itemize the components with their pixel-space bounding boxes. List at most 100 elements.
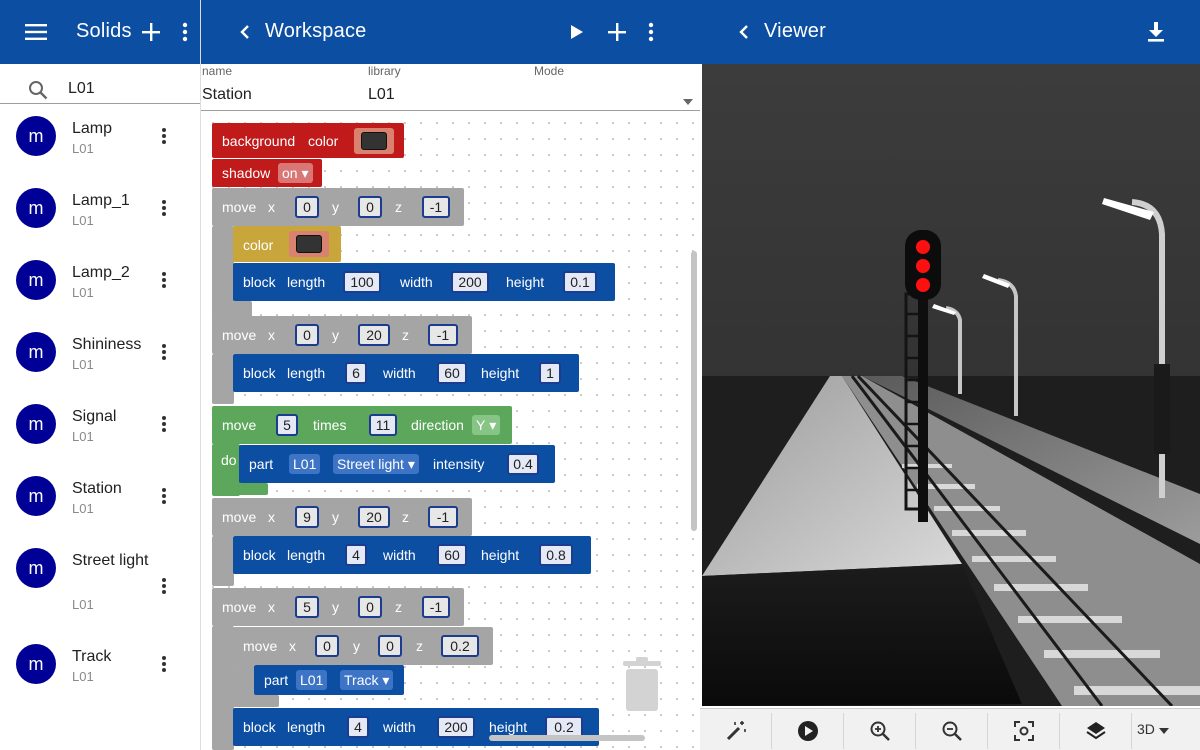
block-block[interactable]: block length 6 width 60 height 1 [233, 354, 579, 392]
length-value[interactable]: 100 [343, 271, 381, 293]
library-dropdown[interactable]: L01 [289, 454, 321, 474]
height-value[interactable]: 0.1 [563, 271, 597, 293]
color-input[interactable] [354, 128, 394, 154]
more-vert-icon[interactable] [152, 652, 176, 676]
y-value[interactable]: 0 [358, 596, 382, 618]
move-block[interactable]: move x 5 y 0 z -1 [212, 588, 464, 626]
z-value[interactable]: -1 [428, 506, 458, 528]
y-value[interactable]: 20 [358, 324, 390, 346]
list-item[interactable]: m Shininess L01 [0, 322, 200, 394]
shadow-dropdown[interactable]: on ▾ [278, 163, 313, 183]
name-field[interactable]: Station [202, 86, 252, 104]
x-value[interactable]: 5 [295, 596, 319, 618]
back-chevron-icon[interactable] [229, 16, 261, 48]
list-item[interactable]: m Lamp_1 L01 [0, 178, 200, 250]
length-value[interactable]: 6 [345, 362, 367, 384]
z-value[interactable]: -1 [422, 596, 450, 618]
move-block[interactable]: move x 0 y 20 z -1 [212, 316, 472, 354]
magic-wand-icon[interactable] [700, 713, 772, 749]
more-vert-icon[interactable] [152, 484, 176, 508]
more-vert-icon[interactable] [152, 412, 176, 436]
library-field[interactable]: L01 [368, 86, 395, 104]
width-value[interactable]: 200 [437, 716, 475, 738]
view-mode-select[interactable]: 3D [1137, 721, 1169, 737]
play-circle-icon[interactable] [772, 713, 844, 749]
add-block-button[interactable] [601, 16, 633, 48]
list-item[interactable]: m Street light L01 [0, 538, 200, 634]
move-block[interactable]: move x 9 y 20 z -1 [212, 498, 472, 536]
part-dropdown[interactable]: Street light ▾ [333, 454, 419, 474]
width-value[interactable]: 200 [451, 271, 489, 293]
y-value[interactable]: 0 [378, 635, 402, 657]
length-value[interactable]: 4 [347, 716, 369, 738]
zoom-in-icon[interactable] [844, 713, 916, 749]
more-vert-icon[interactable] [152, 196, 176, 220]
color-swatch[interactable] [296, 235, 322, 253]
move-block-arm [212, 354, 234, 404]
solid-fields: name Station library L01 Mode [201, 64, 701, 111]
shadow-block[interactable]: shadow on ▾ [212, 159, 322, 187]
x-value[interactable]: 0 [315, 635, 339, 657]
length-value[interactable]: 4 [345, 544, 367, 566]
z-value[interactable]: -1 [428, 324, 458, 346]
color-swatch[interactable] [361, 132, 387, 150]
part-dropdown[interactable]: Track ▾ [340, 670, 394, 690]
solids-search[interactable]: L01 [0, 64, 200, 104]
block-block[interactable]: block length 100 width 200 height 0.1 [233, 263, 615, 301]
width-value[interactable]: 60 [437, 362, 467, 384]
height-value[interactable]: 1 [539, 362, 561, 384]
library-dropdown[interactable]: L01 [296, 670, 328, 690]
chevron-down-icon[interactable] [683, 92, 693, 110]
more-vert-icon[interactable] [175, 16, 195, 48]
station-scene[interactable] [702, 64, 1200, 706]
zoom-out-icon[interactable] [916, 713, 988, 749]
list-item[interactable]: m Station L01 [0, 466, 200, 538]
z-value[interactable]: -1 [422, 196, 450, 218]
color-block[interactable]: color [233, 226, 341, 262]
run-button[interactable] [561, 16, 593, 48]
z-value[interactable]: 0.2 [441, 635, 479, 657]
width-value[interactable]: 60 [437, 544, 467, 566]
more-vert-icon[interactable] [152, 124, 176, 148]
list-item[interactable]: m Signal L01 [0, 394, 200, 466]
move-block[interactable]: move x 0 y 0 z -1 [212, 188, 464, 226]
x-value[interactable]: 0 [295, 196, 319, 218]
download-icon[interactable] [1140, 16, 1172, 48]
y-value[interactable]: 20 [358, 506, 390, 528]
layers-icon[interactable] [1060, 713, 1132, 749]
list-item[interactable]: m Lamp L01 [0, 106, 200, 178]
center-focus-icon[interactable] [988, 713, 1060, 749]
part-block[interactable]: part L01 Track ▾ [254, 665, 404, 695]
height-value[interactable]: 0.8 [539, 544, 573, 566]
workspace-title: Workspace [265, 20, 367, 42]
y-value[interactable]: 0 [358, 196, 382, 218]
step-value[interactable]: 11 [369, 414, 397, 436]
background-color-block[interactable]: background color [212, 123, 404, 158]
repeat-block[interactable]: move 5 times 11 direction Y ▾ [212, 406, 512, 444]
x-value[interactable]: 9 [295, 506, 319, 528]
search-icon [28, 80, 48, 105]
list-item[interactable]: m Track L01 [0, 634, 200, 706]
add-solid-button[interactable] [135, 16, 167, 48]
workspace-horizontal-scrollbar[interactable] [489, 735, 645, 741]
more-vert-icon[interactable] [152, 340, 176, 364]
back-chevron-icon[interactable] [728, 16, 760, 48]
more-vert-icon[interactable] [152, 268, 176, 292]
workspace-vertical-scrollbar[interactable] [691, 251, 697, 531]
direction-dropdown[interactable]: Y ▾ [472, 415, 501, 435]
part-block[interactable]: part L01 Street light ▾ intensity 0.4 [239, 445, 555, 483]
more-vert-icon[interactable] [152, 574, 176, 598]
x-value[interactable]: 0 [295, 324, 319, 346]
trash-icon[interactable] [621, 657, 663, 718]
search-input[interactable]: L01 [68, 80, 95, 98]
color-input[interactable] [289, 231, 329, 257]
more-vert-icon[interactable] [641, 16, 661, 48]
move-block[interactable]: move x 0 y 0 z 0.2 [233, 627, 493, 665]
times-value[interactable]: 5 [276, 414, 298, 436]
blockly-workspace[interactable]: background color shadow on ▾ move x 0 y … [201, 111, 701, 750]
menu-icon[interactable] [20, 16, 52, 48]
3d-viewport[interactable] [702, 64, 1200, 706]
intensity-value[interactable]: 0.4 [507, 453, 539, 475]
block-block[interactable]: block length 4 width 60 height 0.8 [233, 536, 591, 574]
list-item[interactable]: m Lamp_2 L01 [0, 250, 200, 322]
